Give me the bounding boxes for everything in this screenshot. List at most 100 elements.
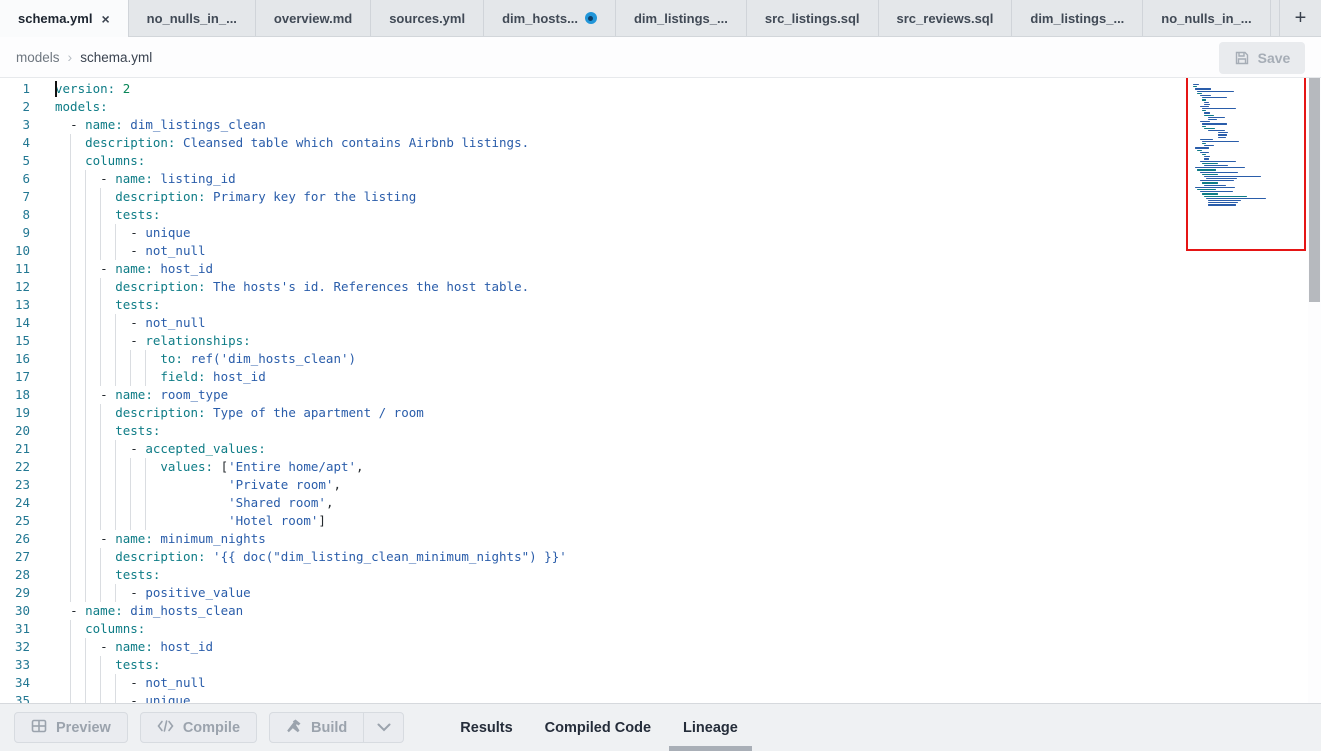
action-buttons: Preview Compile [14,712,404,743]
code-line-16: 16 to: ref('dim_hosts_clean') [0,350,1321,368]
code-text: - positive_value [55,584,1321,602]
file-tab-label: src_reviews.sql [897,11,994,26]
code-text: - not_null [55,242,1321,260]
code-line-32: 32 - name: host_id [0,638,1321,656]
line-number: 20 [0,422,55,440]
line-number: 5 [0,152,55,170]
indent-guide [85,422,86,440]
line-number: 23 [0,476,55,494]
indent-guide [115,224,116,242]
indent-guide [85,224,86,242]
line-number: 17 [0,368,55,386]
indent-guide [115,458,116,476]
indent-guide [115,350,116,368]
code-text: models: [55,98,1321,116]
minimap-line [1204,185,1226,186]
indent-guide [115,314,116,332]
file-tab-no-nulls-in-[interactable]: no_nulls_in_... [1143,0,1270,36]
indent-guide [100,566,101,584]
minimap-line [1200,172,1238,173]
chevron-right-icon: › [68,49,73,65]
minimap-line [1200,106,1209,107]
indent-guide [85,512,86,530]
panel-tab-results[interactable]: Results [444,704,528,751]
indent-guide [85,638,86,656]
editor-scrollbar[interactable] [1308,78,1321,703]
indent-guide [100,476,101,494]
breadcrumb-folder[interactable]: models [16,50,60,65]
save-button[interactable]: Save [1219,42,1305,74]
minimap-line [1204,115,1214,116]
file-tab-schema-yml[interactable]: schema.yml × [0,0,129,37]
code-text: values: ['Entire home/apt', [55,458,1321,476]
code-text: field: host_id [55,368,1321,386]
code-text: - accepted_values: [55,440,1321,458]
preview-button[interactable]: Preview [14,712,128,743]
file-tab-label: no_nulls_in_... [147,11,237,26]
file-tab-label: src_listings.sql [765,11,860,26]
indent-guide [100,206,101,224]
minimap-line [1202,154,1206,155]
indent-guide [115,440,116,458]
code-text: to: ref('dim_hosts_clean') [55,350,1321,368]
code-line-23: 23 'Private room', [0,476,1321,494]
file-tab-dim-hosts-[interactable]: dim_hosts... [484,0,616,36]
minimap-line [1193,84,1199,85]
minimap-line [1202,99,1206,100]
line-number: 29 [0,584,55,602]
indent-guide [70,638,71,656]
line-number: 12 [0,278,55,296]
line-number: 14 [0,314,55,332]
indent-guide [70,170,71,188]
close-tab-icon[interactable]: × [101,11,109,27]
minimap[interactable] [1193,84,1300,207]
file-tab-dim-listings-[interactable]: dim_listings_... [1012,0,1143,36]
indent-guide [130,512,131,530]
minimap-line [1197,169,1216,170]
minimap-line [1204,104,1210,105]
code-text: version: 2 [55,80,1321,98]
indent-guide [100,404,101,422]
indent-guide [115,368,116,386]
indent-guide [85,260,86,278]
panel-tab-compiled-code[interactable]: Compiled Code [529,704,667,751]
indent-guide [85,440,86,458]
file-tab-label: schema.yml [18,11,92,26]
code-text: - unique [55,224,1321,242]
minimap-line [1208,119,1217,120]
minimap-line [1208,202,1238,203]
new-tab-button[interactable]: + [1279,0,1321,36]
file-tab-dim-listings-[interactable]: dim_listings_... [616,0,747,36]
indent-guide [70,620,71,638]
code-brackets-icon [157,719,174,737]
code-line-17: 17 field: host_id [0,368,1321,386]
scrollbar-thumb[interactable] [1309,78,1320,302]
file-tab-overview-md[interactable]: overview.md [256,0,371,36]
code-editor[interactable]: 1version: 22models:3 - name: dim_listing… [0,78,1321,703]
code-line-19: 19 description: Type of the apartment / … [0,404,1321,422]
code-line-34: 34 - not_null [0,674,1321,692]
result-panel-tabs: ResultsCompiled CodeLineage [444,704,754,751]
indent-guide [85,458,86,476]
panel-tab-lineage[interactable]: Lineage [667,704,754,751]
minimap-line [1197,150,1202,151]
code-text: 'Hotel room'] [55,512,1321,530]
build-button[interactable]: Build [270,713,363,742]
compile-button[interactable]: Compile [140,712,257,743]
code-line-18: 18 - name: room_type [0,386,1321,404]
minimap-line [1202,126,1206,127]
indent-guide [85,368,86,386]
line-number: 25 [0,512,55,530]
line-number: 6 [0,170,55,188]
indent-guide [145,458,146,476]
line-number: 27 [0,548,55,566]
file-tab-no-nulls-in-[interactable]: no_nulls_in_... [129,0,256,36]
file-tab-src-reviews-sql[interactable]: src_reviews.sql [879,0,1013,36]
file-tab-src-listings-sql[interactable]: src_listings.sql [747,0,879,36]
line-number: 4 [0,134,55,152]
build-dropdown-button[interactable] [363,713,403,742]
indent-guide [70,296,71,314]
file-tab-sources-yml[interactable]: sources.yml [371,0,484,36]
line-number: 22 [0,458,55,476]
indent-guide [70,674,71,692]
